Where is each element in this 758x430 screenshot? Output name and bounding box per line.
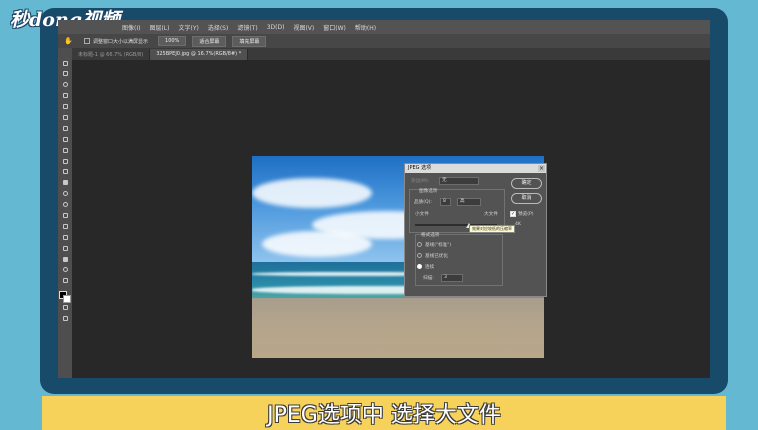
resize-windows-label: 调整窗口大小以满屏显示 — [93, 38, 149, 45]
stamp-tool-icon[interactable] — [60, 145, 70, 155]
menu-select[interactable]: 选择(S) — [208, 23, 229, 32]
format-progressive-label: 连续 — [425, 265, 435, 270]
hand-tool-panel-icon[interactable] — [60, 254, 70, 264]
history-brush-tool-icon[interactable] — [60, 156, 70, 166]
large-file-label: 大文件 — [484, 212, 498, 217]
move-tool-icon[interactable] — [60, 58, 70, 68]
quality-level-select[interactable]: 高 — [457, 198, 481, 206]
quality-label: 品质(Q): — [414, 200, 432, 205]
photo-sand — [252, 298, 544, 358]
canvas-area: JPEG 选项 × 杂边(M): 无 图像选项 品质(Q): 8 高 小文件 大… — [72, 60, 710, 378]
menu-3d[interactable]: 3D(D) — [267, 24, 285, 31]
color-swatches[interactable] — [59, 290, 71, 303]
format-baseline-radio[interactable] — [417, 242, 422, 247]
eyedropper-tool-icon[interactable] — [60, 112, 70, 122]
caption-bar: JPEG选项中 选择大文件 — [42, 396, 726, 430]
scans-label: 扫描: — [423, 276, 434, 281]
quick-mask-icon[interactable] — [60, 303, 70, 313]
matte-select[interactable]: 无 — [439, 177, 479, 185]
hand-tool-icon[interactable]: ✋ — [64, 37, 74, 45]
document-tabs: 未标题-1 @ 66.7% (RGB/8) 325BPEJ0.jpg @ 16.… — [72, 48, 710, 60]
pen-tool-icon[interactable] — [60, 210, 70, 220]
crop-tool-icon[interactable] — [60, 102, 70, 112]
close-icon[interactable]: × — [538, 165, 545, 172]
preview-checkbox[interactable]: ✓ — [510, 211, 516, 217]
path-select-tool-icon[interactable] — [60, 232, 70, 242]
caption-text: JPEG选项中 选择大文件 — [267, 403, 501, 428]
zoom-100-button[interactable]: 100% — [158, 36, 187, 46]
background-color-swatch[interactable] — [63, 294, 71, 303]
dodge-tool-icon[interactable] — [60, 200, 70, 210]
eraser-tool-icon[interactable] — [60, 167, 70, 177]
gradient-tool-icon[interactable] — [60, 178, 70, 188]
format-baseline-optimized-radio[interactable] — [417, 253, 422, 258]
format-baseline-optimized-label: 基线已优化 — [425, 254, 448, 259]
zoom-tool-icon[interactable] — [60, 265, 70, 275]
menu-view[interactable]: 视图(V) — [293, 23, 314, 32]
cancel-button[interactable]: 取消 — [511, 193, 542, 204]
menu-window[interactable]: 窗口(W) — [323, 23, 346, 32]
shape-tool-icon[interactable] — [60, 243, 70, 253]
dialog-title: JPEG 选项 — [405, 164, 546, 173]
photoshop-window: 图像(I) 图层(L) 文字(Y) 选择(S) 滤镜(T) 3D(D) 视图(V… — [58, 20, 710, 378]
lasso-tool-icon[interactable] — [60, 80, 70, 90]
matte-label: 杂边(M): — [411, 179, 430, 184]
menu-filter[interactable]: 滤镜(T) — [237, 23, 257, 32]
marquee-tool-icon[interactable] — [60, 69, 70, 79]
options-bar: ✋ 调整窗口大小以满屏显示 100% 适合屏幕 填充屏幕 — [58, 34, 710, 48]
tools-panel — [58, 48, 72, 378]
screen-mode-icon[interactable] — [60, 314, 70, 324]
preview-label: 预览(P) — [518, 212, 534, 217]
menu-help[interactable]: 帮助(H) — [355, 23, 376, 32]
image-options-label: 图像选项 — [419, 189, 438, 194]
slider-tooltip: 效果对应较低的压缩率 — [469, 225, 515, 233]
small-file-label: 小文件 — [415, 212, 429, 217]
menu-bar: 图像(I) 图层(L) 文字(Y) 选择(S) 滤镜(T) 3D(D) 视图(V… — [58, 20, 710, 34]
fit-screen-button[interactable]: 适合屏幕 — [192, 35, 227, 47]
resize-windows-checkbox[interactable] — [84, 38, 90, 44]
fill-screen-button[interactable]: 填充屏幕 — [232, 35, 267, 47]
menu-image[interactable]: 图像(I) — [122, 23, 140, 32]
jpeg-options-dialog: JPEG 选项 × 杂边(M): 无 图像选项 品质(Q): 8 高 小文件 大… — [404, 163, 547, 297]
more-tools-icon[interactable] — [60, 276, 70, 286]
format-baseline-label: 基线("标准") — [425, 243, 452, 248]
menu-type[interactable]: 文字(Y) — [178, 23, 198, 32]
scans-select[interactable]: 3 — [441, 274, 463, 282]
blur-tool-icon[interactable] — [60, 189, 70, 199]
menu-layer[interactable]: 图层(L) — [149, 23, 169, 32]
quality-input[interactable]: 8 — [440, 198, 451, 206]
photo-cloud — [252, 178, 372, 208]
tab-jpg-document[interactable]: 325BPEJ0.jpg @ 16.7%(RGB/8#) * — [150, 49, 249, 60]
healing-brush-tool-icon[interactable] — [60, 123, 70, 133]
ok-button[interactable]: 确定 — [511, 178, 542, 189]
file-size-text: 4K — [515, 222, 521, 227]
tab-untitled[interactable]: 未标题-1 @ 66.7% (RGB/8) — [72, 49, 151, 60]
brush-tool-icon[interactable] — [60, 134, 70, 144]
photo-cloud — [262, 231, 372, 257]
format-options-label: 格式选项 — [421, 233, 440, 238]
type-tool-icon[interactable] — [60, 221, 70, 231]
format-progressive-radio[interactable] — [417, 264, 422, 269]
quick-select-tool-icon[interactable] — [60, 91, 70, 101]
